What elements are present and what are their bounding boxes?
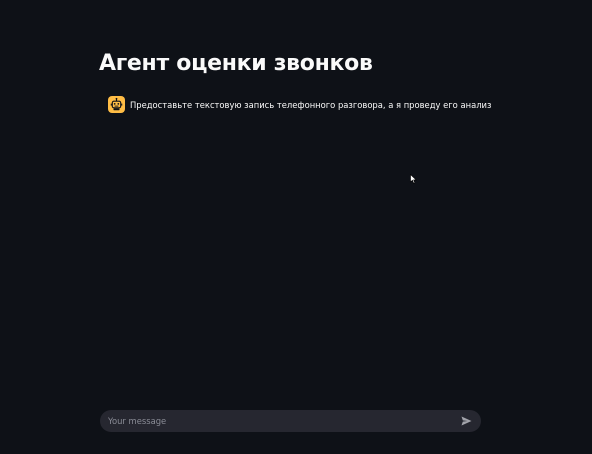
chat-message-assistant: Предоставьте текстовую запись телефонног… bbox=[108, 96, 491, 113]
page-title: Агент оценки звонков bbox=[99, 51, 373, 76]
assistant-message-text: Предоставьте текстовую запись телефонног… bbox=[130, 99, 492, 110]
send-icon bbox=[461, 416, 471, 426]
message-input[interactable] bbox=[108, 416, 459, 426]
pointer-icon bbox=[410, 173, 417, 184]
robot-icon bbox=[108, 96, 125, 113]
chat-input-bar bbox=[100, 410, 481, 432]
assistant-avatar bbox=[108, 96, 125, 113]
app-page: Агент оценки звонков Предоставьте тексто… bbox=[0, 0, 592, 454]
send-button[interactable] bbox=[459, 414, 473, 428]
mouse-cursor bbox=[410, 169, 417, 188]
